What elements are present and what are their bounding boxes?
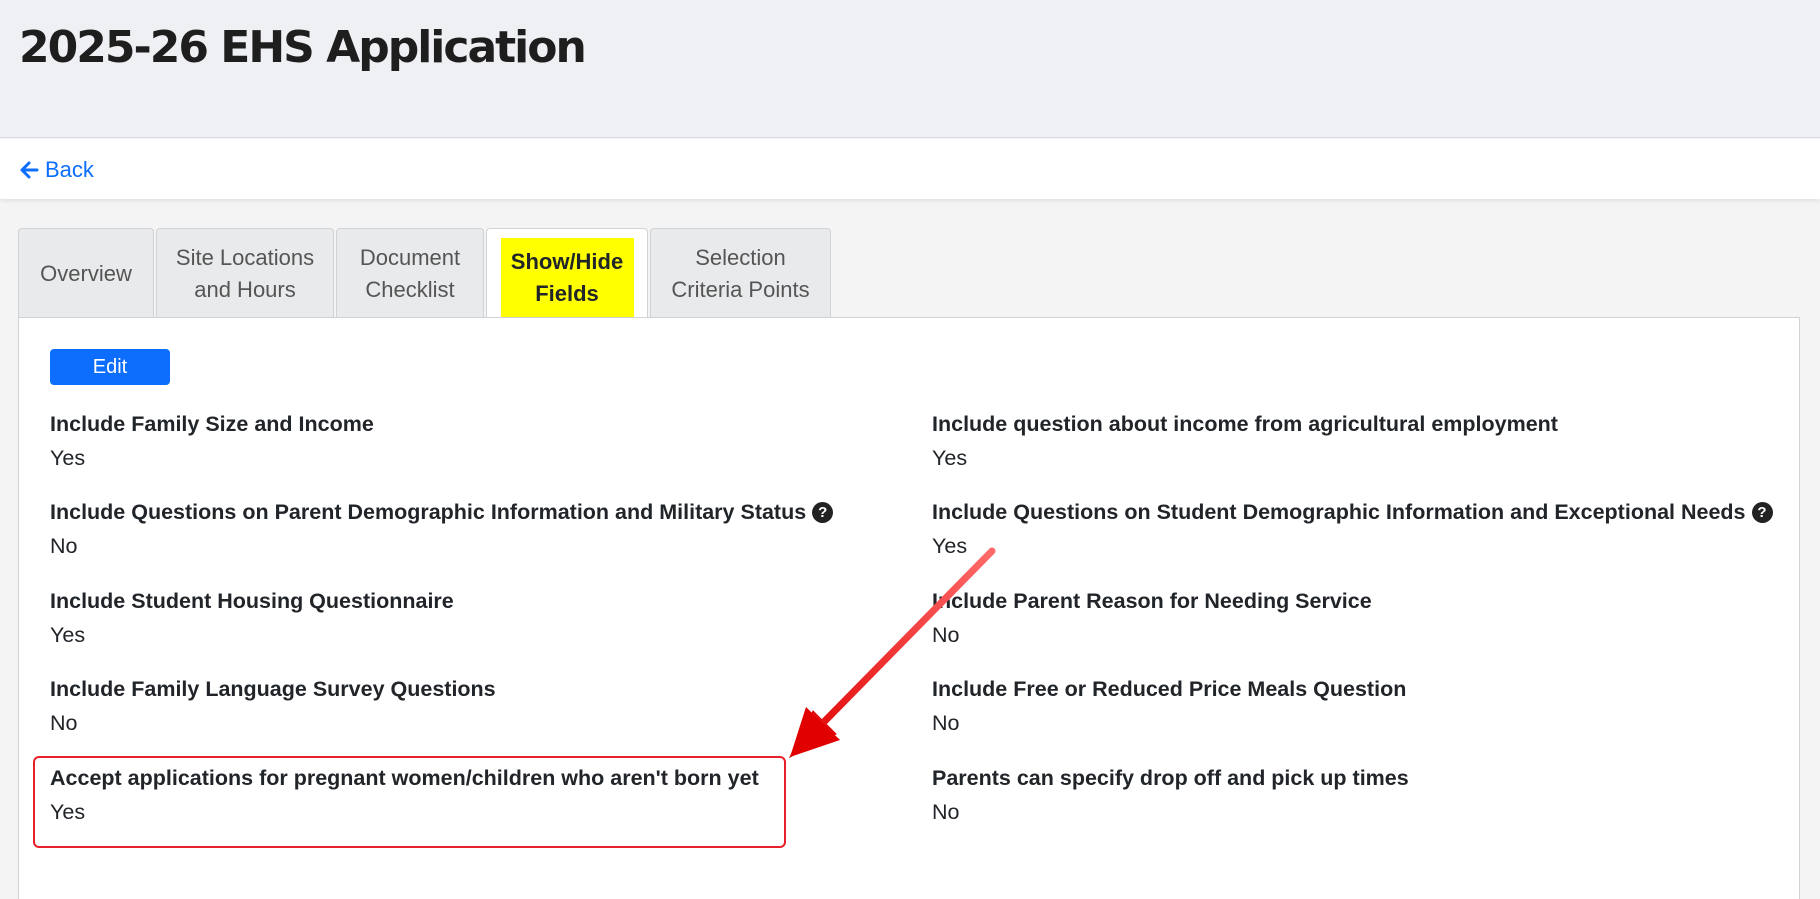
field-student-demographics: Include Questions on Student Demographic… [932,500,1773,559]
field-family-language: Include Family Language Survey Questions… [50,677,496,736]
field-label-text: Include Free or Reduced Price Meals Ques… [932,677,1407,701]
field-parent-demographics: Include Questions on Parent Demographic … [50,500,834,559]
back-label: Back [45,157,94,182]
field-label-text: Include Student Housing Questionnaire [50,589,454,613]
field-family-size-income: Include Family Size and Income Yes [50,412,374,471]
field-free-reduced-meals: Include Free or Reduced Price Meals Ques… [932,677,1406,736]
page-title: 2025-26 EHS Application [19,22,587,73]
field-value: Yes [50,800,86,824]
field-student-housing: Include Student Housing Questionnaire Ye… [50,589,454,648]
field-label: Accept applications for pregnant women/c… [50,766,759,791]
tab-label-line2: Checklist [365,276,455,302]
field-label: Include Parent Reason for Needing Servic… [932,589,1372,614]
field-label-text: Parents can specify drop off and pick up… [932,766,1409,790]
edit-button[interactable]: Edit [50,349,170,385]
field-label: Include Questions on Parent Demographic … [50,500,834,525]
field-value: Yes [932,534,968,558]
tab-overview[interactable]: Overview [18,228,154,318]
field-value: No [932,711,960,735]
field-label-text: Accept applications for pregnant women/c… [50,766,759,790]
field-value: No [50,711,78,735]
field-value: No [932,623,960,647]
field-label-text: Include Parent Reason for Needing Servic… [932,589,1372,613]
tab-label-line1: Selection [695,244,786,270]
field-drop-off-pick-up: Parents can specify drop off and pick up… [932,766,1409,825]
field-value: No [932,800,960,824]
back-link[interactable]: Back [19,157,94,183]
tab-highlight: Show/Hide Fields [500,237,634,318]
field-label: Include question about income from agric… [932,412,1558,437]
tab-content-panel: Edit Include Family Size and Income Yes … [18,317,1800,899]
tab-label-line2: Fields [535,280,599,306]
tab-bar: Overview Site Locations and Hours Docume… [18,228,833,318]
arrow-left-icon [20,161,39,179]
field-pregnant-applications: Accept applications for pregnant women/c… [50,766,759,825]
field-label-text: Include Family Language Survey Questions [50,677,496,701]
field-parent-reason: Include Parent Reason for Needing Servic… [932,589,1372,648]
field-label-text: Include question about income from agric… [932,412,1558,436]
page-header: 2025-26 EHS Application [0,0,1820,138]
field-label: Parents can specify drop off and pick up… [932,766,1409,791]
tab-label-line1: Show/Hide [510,248,624,274]
field-label: Include Questions on Student Demographic… [932,500,1773,525]
field-label-text: Include Questions on Student Demographic… [932,500,1746,524]
field-value: Yes [50,446,86,470]
field-agricultural-income: Include question about income from agric… [932,412,1558,471]
tab-selection-criteria[interactable]: Selection Criteria Points [650,228,831,318]
field-label-text: Include Questions on Parent Demographic … [50,500,807,524]
field-value: No [50,534,78,558]
tab-document-checklist[interactable]: Document Checklist [336,228,484,318]
tab-show-hide-fields[interactable]: Show/Hide Fields [486,228,648,318]
tab-label-line1: Site Locations [175,244,315,270]
field-value: Yes [50,623,86,647]
field-label: Include Family Size and Income [50,412,374,437]
tab-label: Overview [40,260,132,286]
tab-label-line2: and Hours [194,276,296,302]
field-label: Include Student Housing Questionnaire [50,589,454,614]
field-label: Include Family Language Survey Questions [50,677,496,702]
question-circle-icon[interactable]: ? [812,502,834,523]
field-label-text: Include Family Size and Income [50,412,374,436]
back-bar: Back [0,139,1820,199]
field-label: Include Free or Reduced Price Meals Ques… [932,677,1406,702]
tab-label-line2: Criteria Points [671,276,810,302]
question-circle-icon[interactable]: ? [1751,502,1773,523]
tab-label-line1: Document [359,244,461,270]
tab-site-locations[interactable]: Site Locations and Hours [156,228,334,318]
field-value: Yes [932,446,968,470]
